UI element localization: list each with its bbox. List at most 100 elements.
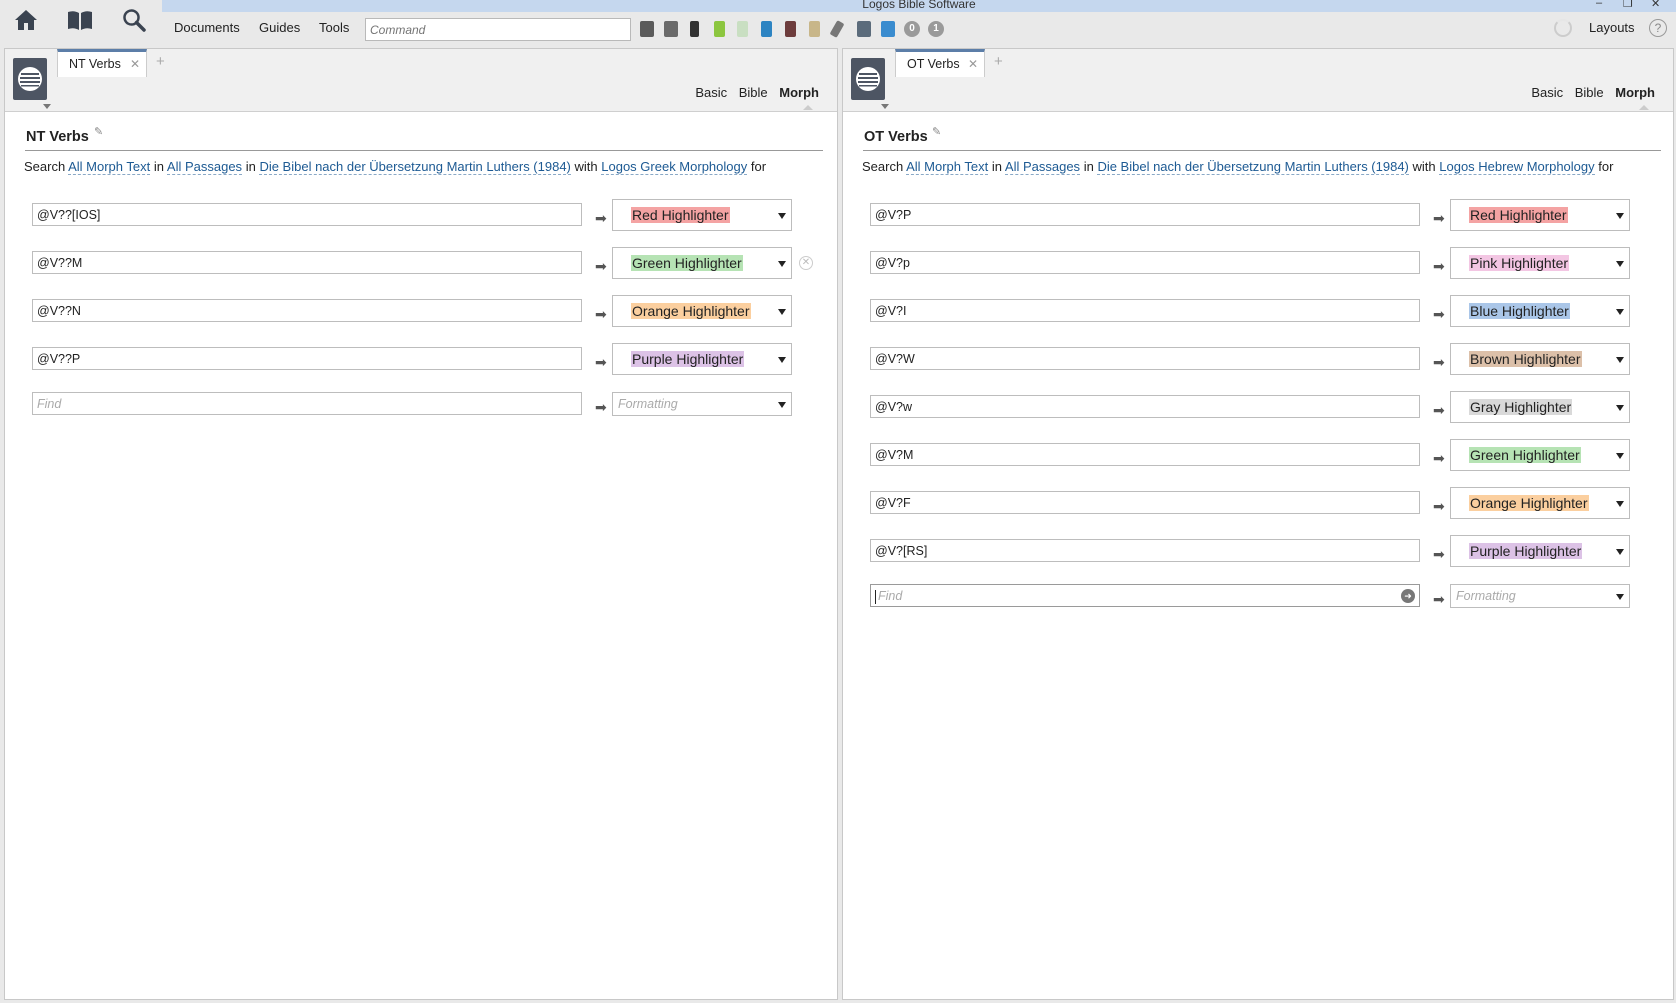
notification-badge-1[interactable]: 1 xyxy=(928,21,944,37)
panel-menu-button[interactable] xyxy=(13,58,51,109)
library-icon[interactable] xyxy=(64,6,96,34)
tab-nt-verbs[interactable]: NT Verbs ✕ xyxy=(57,49,147,77)
remove-row-icon[interactable]: ✕ xyxy=(799,256,813,270)
menu-documents[interactable]: Documents xyxy=(174,20,240,35)
find-input[interactable]: @V??M xyxy=(32,251,582,274)
find-input[interactable]: @V?P xyxy=(870,203,1420,226)
printer-icon[interactable] xyxy=(881,21,895,37)
rule-row: @V??N ➡ Orange Highlighter xyxy=(32,295,812,329)
formatting-select[interactable]: Blue Highlighter xyxy=(1450,295,1630,327)
restore-icon[interactable]: ❐ xyxy=(1623,0,1633,10)
formatting-select[interactable]: Orange Highlighter xyxy=(612,295,792,327)
document-title[interactable]: NT Verbs xyxy=(26,129,89,145)
document-title[interactable]: OT Verbs xyxy=(864,129,928,145)
mode-bible[interactable]: Bible xyxy=(1575,85,1604,100)
formatting-select[interactable]: Green Highlighter xyxy=(612,247,792,279)
formatting-select[interactable]: Pink Highlighter xyxy=(1450,247,1630,279)
new-formatting-select[interactable]: Formatting xyxy=(1450,584,1630,608)
formatting-select[interactable]: Brown Highlighter xyxy=(1450,343,1630,375)
mode-basic[interactable]: Basic xyxy=(695,85,727,100)
find-input[interactable]: @V?I xyxy=(870,299,1420,322)
menu-guides[interactable]: Guides xyxy=(259,20,300,35)
edit-title-icon[interactable]: ✎ xyxy=(932,125,941,138)
clipboard-icon[interactable] xyxy=(857,21,871,37)
arrow-right-icon: ➡ xyxy=(595,354,607,370)
home-icon[interactable] xyxy=(10,6,42,34)
new-find-input[interactable]: Find xyxy=(32,392,582,415)
find-input[interactable]: @V??N xyxy=(32,299,582,322)
book-dark-icon[interactable] xyxy=(690,21,699,37)
find-input[interactable]: @V?p xyxy=(870,251,1420,274)
dropdown-arrow-icon xyxy=(778,261,786,267)
dropdown-arrow-icon xyxy=(778,309,786,315)
dropdown-arrow-icon xyxy=(1616,261,1624,267)
find-input[interactable]: @V?F xyxy=(870,491,1420,514)
arrow-right-icon: ➡ xyxy=(1433,210,1445,226)
layouts-button[interactable]: Layouts xyxy=(1589,20,1635,35)
chevron-down-icon xyxy=(881,104,889,109)
console-alt-icon[interactable] xyxy=(664,21,678,37)
scope-resource-link[interactable]: Die Bibel nach der Übersetzung Martin Lu… xyxy=(1097,159,1409,175)
new-find-input[interactable]: Find ➜ xyxy=(870,584,1420,607)
find-input[interactable]: @V?[RS] xyxy=(870,539,1420,562)
rule-row: @V?I ➡ Blue Highlighter xyxy=(870,295,1650,329)
dropdown-arrow-icon xyxy=(778,213,786,219)
formatting-select[interactable]: Purple Highlighter xyxy=(612,343,792,375)
formatting-value: Red Highlighter xyxy=(1469,207,1568,223)
book-blue-icon[interactable] xyxy=(761,21,772,37)
panel-menu-button[interactable] xyxy=(851,58,889,109)
minimize-icon[interactable]: – xyxy=(1596,0,1602,9)
pen-icon[interactable] xyxy=(829,20,845,38)
menu-tools[interactable]: Tools xyxy=(319,20,349,35)
close-window-icon[interactable]: ✕ xyxy=(1651,0,1660,10)
scope-morphology-link[interactable]: Logos Hebrew Morphology xyxy=(1439,159,1595,175)
formatting-select[interactable]: Red Highlighter xyxy=(612,199,792,231)
help-icon[interactable]: ? xyxy=(1649,19,1667,37)
command-input[interactable] xyxy=(365,18,631,41)
mode-morph[interactable]: Morph xyxy=(779,85,819,100)
formatting-select[interactable]: Orange Highlighter xyxy=(1450,487,1630,519)
mode-morph[interactable]: Morph xyxy=(1615,85,1655,100)
title-bar: Logos Bible Software – ❐ ✕ xyxy=(162,0,1676,12)
edit-title-icon[interactable]: ✎ xyxy=(94,125,103,138)
book-brown-icon[interactable] xyxy=(785,21,796,37)
scope-text-link[interactable]: All Morph Text xyxy=(68,159,151,175)
formatting-select[interactable]: Purple Highlighter xyxy=(1450,535,1630,567)
find-input[interactable]: @V?W xyxy=(870,347,1420,370)
add-tab-icon[interactable]: + xyxy=(156,53,165,70)
formatting-placeholder: Formatting xyxy=(1456,589,1516,603)
console-icon[interactable] xyxy=(640,21,654,37)
book-green-icon[interactable] xyxy=(714,21,725,37)
scope-passages-link[interactable]: All Passages xyxy=(1004,159,1081,175)
book-tan-icon[interactable] xyxy=(809,21,820,37)
go-arrow-icon[interactable]: ➜ xyxy=(1401,589,1415,603)
add-tab-icon[interactable]: + xyxy=(994,53,1003,70)
search-mode-tabs: Basic Bible Morph xyxy=(1523,85,1655,110)
dropdown-arrow-icon xyxy=(1616,549,1624,555)
scope-text-link[interactable]: All Morph Text xyxy=(906,159,989,175)
rule-row: @V?[RS] ➡ Purple Highlighter xyxy=(870,535,1650,569)
book-light-icon[interactable] xyxy=(737,21,748,37)
mode-bible[interactable]: Bible xyxy=(739,85,768,100)
formatting-select[interactable]: Red Highlighter xyxy=(1450,199,1630,231)
notification-badge-0[interactable]: 0 xyxy=(904,21,920,37)
dropdown-arrow-icon xyxy=(1616,309,1624,315)
search-icon[interactable] xyxy=(118,6,150,34)
formatting-select[interactable]: Green Highlighter xyxy=(1450,439,1630,471)
close-tab-icon[interactable]: ✕ xyxy=(968,57,978,71)
formatting-value: Orange Highlighter xyxy=(631,303,751,319)
formatting-select[interactable]: Gray Highlighter xyxy=(1450,391,1630,423)
scope-morphology-link[interactable]: Logos Greek Morphology xyxy=(601,159,748,175)
find-input[interactable]: @V??[IOS] xyxy=(32,203,582,226)
close-tab-icon[interactable]: ✕ xyxy=(130,57,140,71)
scope-resource-link[interactable]: Die Bibel nach der Übersetzung Martin Lu… xyxy=(259,159,571,175)
find-input[interactable]: @V??P xyxy=(32,347,582,370)
dropdown-arrow-icon xyxy=(778,402,786,408)
scope-passages-link[interactable]: All Passages xyxy=(166,159,243,175)
formatting-value: Brown Highlighter xyxy=(1469,351,1582,367)
mode-basic[interactable]: Basic xyxy=(1531,85,1563,100)
find-input[interactable]: @V?w xyxy=(870,395,1420,418)
tab-ot-verbs[interactable]: OT Verbs ✕ xyxy=(895,49,985,77)
new-formatting-select[interactable]: Formatting xyxy=(612,392,792,416)
find-input[interactable]: @V?M xyxy=(870,443,1420,466)
